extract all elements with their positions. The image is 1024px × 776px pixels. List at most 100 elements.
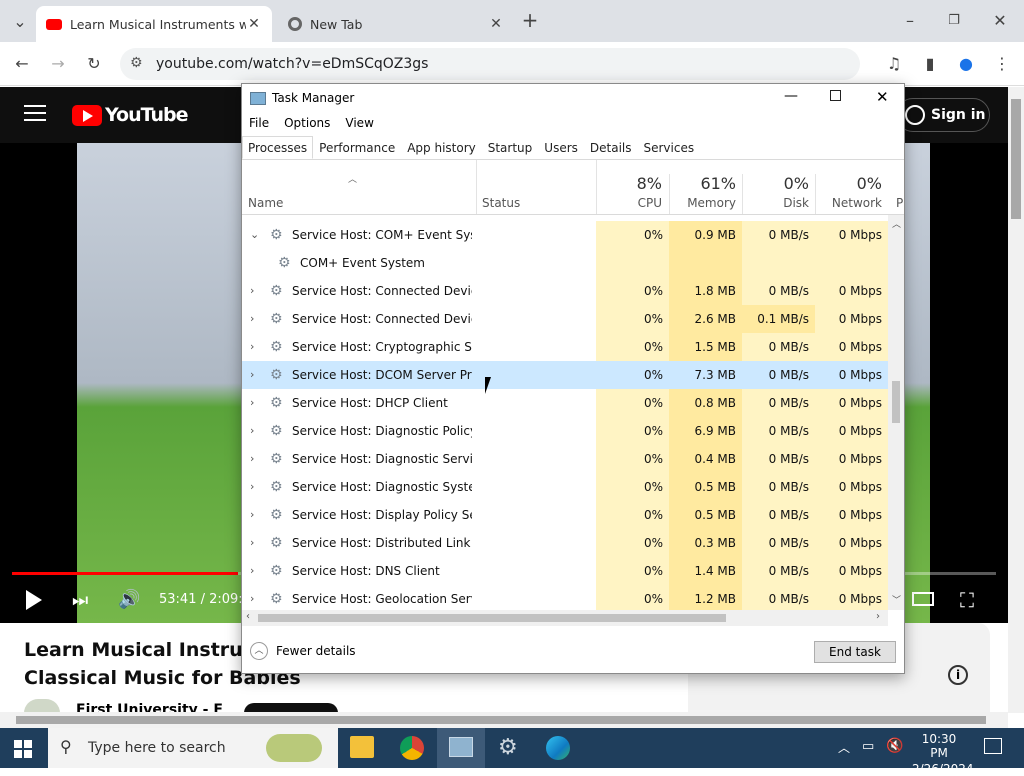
expander-right-icon[interactable]: › xyxy=(250,508,254,521)
scroll-thumb[interactable] xyxy=(16,716,986,724)
column-cpu[interactable]: 8% CPU xyxy=(596,174,668,210)
tab-performance[interactable]: Performance xyxy=(313,136,401,159)
maximize-icon[interactable] xyxy=(830,90,841,101)
back-arrow-icon[interactable]: ← xyxy=(10,51,34,75)
edge-taskbar-icon[interactable] xyxy=(546,736,570,760)
table-row[interactable]: ›⚙Service Host: Diagnostic Service...0%0… xyxy=(242,445,888,473)
reload-icon[interactable]: ↻ xyxy=(82,51,106,75)
scroll-thumb[interactable] xyxy=(1011,99,1021,219)
sign-in-button[interactable]: Sign in xyxy=(896,98,990,132)
scroll-left-icon[interactable]: ‹ xyxy=(246,611,250,622)
tab-processes[interactable]: Processes xyxy=(242,136,314,159)
youtube-logo[interactable]: YouTube xyxy=(72,104,188,126)
page-horizontal-scrollbar[interactable] xyxy=(0,712,1008,728)
column-status[interactable]: Status xyxy=(482,196,520,210)
forward-arrow-icon[interactable]: → xyxy=(46,51,70,75)
tab-details[interactable]: Details xyxy=(584,136,638,159)
table-row[interactable]: › ⚙ Service Host: Cryptographic Ser... 0%1.… xyxy=(242,333,888,361)
table-row[interactable]: › ⚙ Service Host: Connected Device... 0%1.8… xyxy=(242,277,888,305)
windows-start-icon[interactable] xyxy=(14,740,32,758)
file-explorer-icon[interactable] xyxy=(350,736,374,758)
scroll-thumb[interactable] xyxy=(892,381,900,423)
tab-close-icon[interactable]: ✕ xyxy=(488,16,504,32)
expander-right-icon[interactable]: › xyxy=(250,368,254,381)
column-name[interactable]: Name xyxy=(248,196,283,210)
scroll-right-icon[interactable]: › xyxy=(876,611,880,622)
tab-users[interactable]: Users xyxy=(538,136,584,159)
network-icon[interactable]: ▭ xyxy=(862,739,874,754)
table-row[interactable]: ⌄ ⚙ Service Host: COM+ Event Syste... 0%0.9… xyxy=(242,221,888,249)
tab-new-tab[interactable]: New Tab ✕ xyxy=(278,6,514,42)
notifications-icon[interactable] xyxy=(984,738,1002,754)
hamburger-menu-icon[interactable] xyxy=(24,105,46,121)
minimize-icon[interactable]: — xyxy=(784,88,798,104)
collapse-chevron-icon[interactable]: ︿ xyxy=(250,642,268,660)
list-horizontal-scrollbar[interactable]: ‹ › xyxy=(242,610,888,626)
column-power[interactable]: P xyxy=(896,196,903,210)
profile-avatar-icon[interactable]: ● xyxy=(954,51,978,75)
fewer-details-link[interactable]: Fewer details xyxy=(276,644,356,658)
volume-muted-icon[interactable]: 🔇 xyxy=(886,738,903,754)
scroll-up-icon[interactable]: ︿ xyxy=(892,217,901,230)
info-icon[interactable]: i xyxy=(948,665,968,685)
expander-right-icon[interactable]: › xyxy=(250,452,254,465)
tray-chevron-icon[interactable]: ︿ xyxy=(838,739,850,756)
expander-right-icon[interactable]: › xyxy=(250,396,254,409)
restore-icon[interactable]: ❐ xyxy=(942,8,966,32)
task-manager-taskbar-button[interactable] xyxy=(437,728,485,768)
media-controls-icon[interactable]: ♫ xyxy=(882,51,906,75)
tab-startup[interactable]: Startup xyxy=(482,136,539,159)
scroll-down-icon[interactable]: ﹀ xyxy=(892,593,901,606)
table-row[interactable]: › ⚙ Service Host: Diagnostic Policy ... 0%6… xyxy=(242,417,888,445)
expander-right-icon[interactable]: › xyxy=(250,340,254,353)
table-row[interactable]: › ⚙ Service Host: Connected Device... 0%2.6… xyxy=(242,305,888,333)
settings-gear-icon[interactable]: ⚙ xyxy=(498,735,518,760)
clock[interactable]: 10:30 PM 2/26/2024 xyxy=(912,732,974,776)
end-task-button[interactable]: End task xyxy=(814,641,896,663)
table-row[interactable]: › ⚙ Service Host: DNS Client 0% 1.4 MB 0 MB/s… xyxy=(242,557,888,585)
table-row[interactable]: › ⚙ Service Host: DHCP Client 0% 0.8 MB 0 MB/… xyxy=(242,389,888,417)
play-icon[interactable] xyxy=(26,590,42,610)
table-row[interactable]: › ⚙ Service Host: Diagnostic System... 0%0.… xyxy=(242,473,888,501)
tab-services[interactable]: Services xyxy=(638,136,701,159)
task-manager-titlebar[interactable]: Task Manager — ✕ xyxy=(242,84,904,112)
column-network[interactable]: 0% Network xyxy=(815,174,888,214)
expander-right-icon[interactable]: › xyxy=(250,592,254,605)
column-memory[interactable]: 61% Memory xyxy=(669,174,742,214)
expander-right-icon[interactable]: › xyxy=(250,480,254,493)
side-panel-icon[interactable]: ▮ xyxy=(918,51,942,75)
window-close-icon[interactable]: ✕ xyxy=(988,8,1012,32)
scroll-thumb[interactable] xyxy=(258,614,726,622)
new-tab-plus-icon[interactable]: + xyxy=(518,8,542,32)
expander-right-icon[interactable]: › xyxy=(250,564,254,577)
fullscreen-icon[interactable]: ⛶ xyxy=(960,588,974,612)
channel-avatar[interactable] xyxy=(24,699,60,713)
tab-youtube[interactable]: Learn Musical Instruments with ✕ xyxy=(36,6,272,42)
tab-search-chevron-icon[interactable]: ⌄ xyxy=(8,9,32,33)
theater-mode-icon[interactable] xyxy=(912,592,934,606)
expander-right-icon[interactable]: › xyxy=(250,536,254,549)
tab-app-history[interactable]: App history xyxy=(401,136,482,159)
minimize-icon[interactable]: – xyxy=(898,8,922,32)
address-bar[interactable]: ⚙ youtube.com/watch?v=eDmSCqOZ3gs xyxy=(120,48,860,80)
table-row[interactable]: › ⚙ Service Host: Distributed Link Tr... 0%… xyxy=(242,529,888,557)
window-close-icon[interactable]: ✕ xyxy=(876,88,889,106)
site-info-icon[interactable]: ⚙ xyxy=(130,55,143,71)
expander-right-icon[interactable]: › xyxy=(250,424,254,437)
table-row[interactable]: › ⚙ Service Host: Display Policy Serv... 0%… xyxy=(242,501,888,529)
expander-right-icon[interactable]: › xyxy=(250,284,254,297)
expander-right-icon[interactable]: › xyxy=(250,312,254,325)
column-disk[interactable]: 0% Disk xyxy=(742,174,815,214)
tab-close-icon[interactable]: ✕ xyxy=(246,16,262,32)
menu-kebab-icon[interactable]: ⋮ xyxy=(990,51,1014,75)
taskbar-search-input[interactable]: ⚲ Type here to search xyxy=(48,728,338,768)
table-row[interactable]: ⚙ COM+ Event System xyxy=(242,249,888,277)
menu-view[interactable]: View xyxy=(338,112,381,134)
menu-options[interactable]: Options xyxy=(277,112,338,134)
menu-file[interactable]: File xyxy=(242,112,277,134)
page-vertical-scrollbar[interactable] xyxy=(1008,87,1024,713)
list-vertical-scrollbar[interactable]: ︿ ﹀ xyxy=(888,215,904,610)
expander-down-icon[interactable]: ⌄ xyxy=(250,228,259,241)
table-row[interactable]: › ⚙ Service Host: Geolocation Service 0%1.2… xyxy=(242,585,888,610)
table-row[interactable]: › ⚙ Service Host: DCOM Server Proc... 0%7.3… xyxy=(242,361,888,389)
